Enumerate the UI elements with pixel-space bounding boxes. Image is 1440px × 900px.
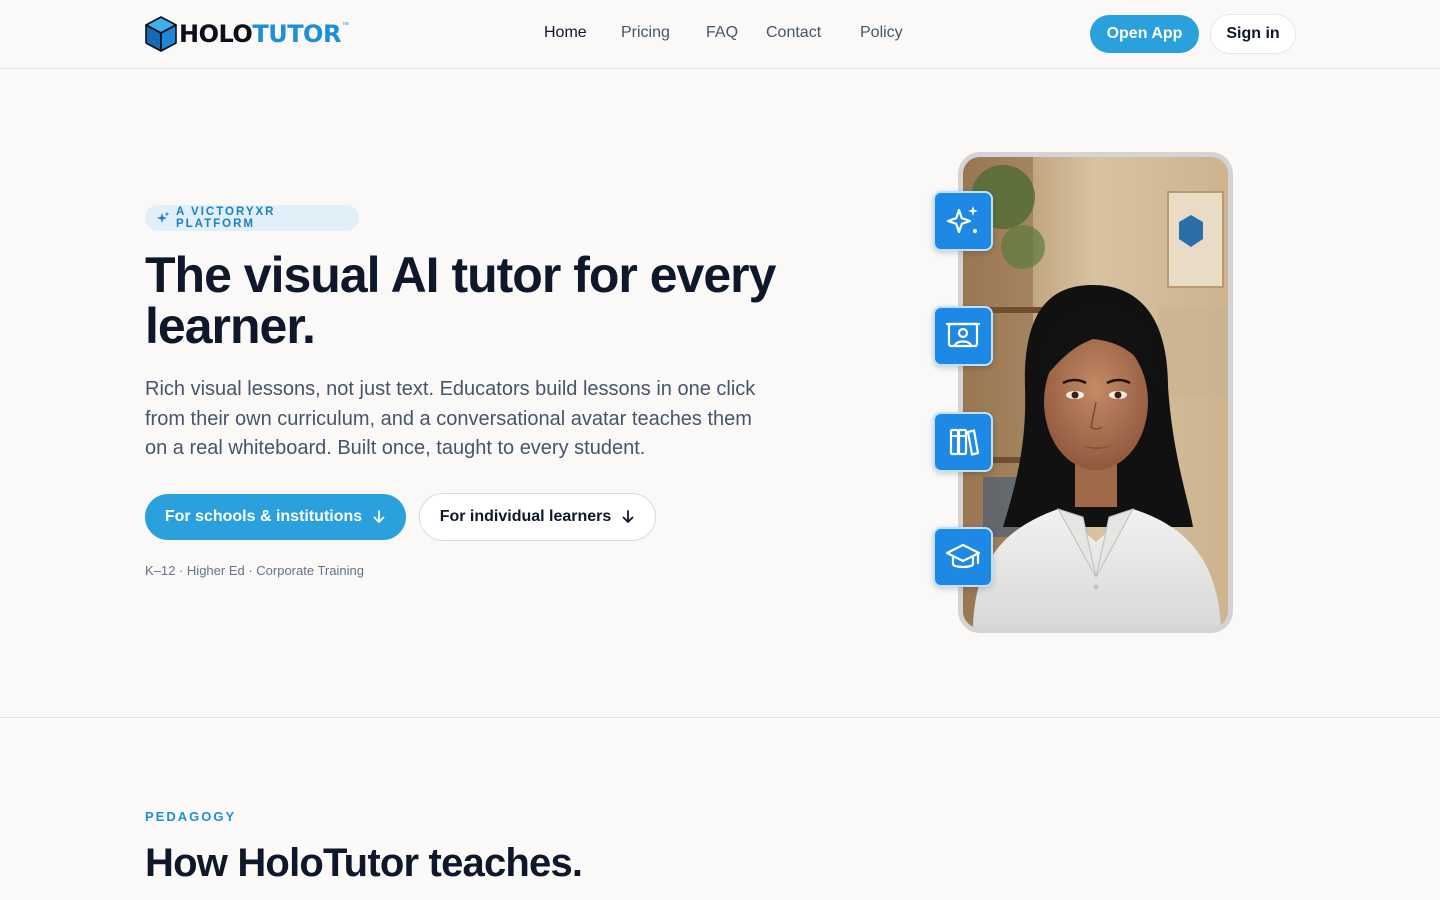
platform-badge: A VICTORYXR PLATFORM <box>145 205 359 231</box>
badge-label: A VICTORYXR PLATFORM <box>175 206 276 230</box>
nav-faq[interactable]: FAQ <box>706 22 738 44</box>
nav-policy[interactable]: Policy <box>860 22 903 44</box>
individual-button-label: For individual learners <box>439 508 612 525</box>
audience-tagline: K–12 · Higher Ed · Corporate Training <box>145 563 364 578</box>
arrow-down-icon <box>373 510 385 523</box>
nav-pricing[interactable]: Pricing <box>621 22 670 44</box>
nav-contact[interactable]: Contact <box>766 22 821 44</box>
section-title: How HoloTutor teaches. <box>145 841 583 885</box>
site-header: HOLOTUTOR ™ Home Pricing FAQ Contact Pol… <box>0 0 1440 69</box>
schools-button-label: For schools & institutions <box>164 508 363 525</box>
tutor-avatar-frame <box>958 152 1233 633</box>
tutor-avatar-image <box>963 157 1228 628</box>
sparkles-icon[interactable] <box>933 191 993 251</box>
sparkle-icon <box>156 211 170 223</box>
whiteboard-presenter-icon[interactable] <box>933 306 993 366</box>
individual-learners-button[interactable]: For individual learners <box>419 493 656 541</box>
sign-in-button[interactable]: Sign in <box>1210 14 1296 54</box>
sparkles-icon-glyph <box>946 206 978 234</box>
section-eyebrow: PEDAGOGY <box>145 809 237 824</box>
nav-home[interactable]: Home <box>544 22 587 44</box>
hero-description: Rich visual lessons, not just text. Educ… <box>145 378 756 459</box>
books-icon[interactable] <box>933 412 993 472</box>
pedagogy-section: PEDAGOGY How HoloTutor teaches. <box>0 717 1440 900</box>
hero-title: The visual AI tutor for every learner. <box>145 247 776 354</box>
schools-institutions-button[interactable]: For schools & institutions <box>145 494 406 540</box>
graduation-cap-icon[interactable] <box>933 527 993 587</box>
graduation-cap-icon-glyph <box>945 543 981 569</box>
books-icon-glyph <box>949 428 980 456</box>
arrow-down-icon <box>622 510 634 523</box>
whiteboard-presenter-icon-glyph <box>945 322 981 348</box>
open-app-button[interactable]: Open App <box>1090 15 1199 53</box>
